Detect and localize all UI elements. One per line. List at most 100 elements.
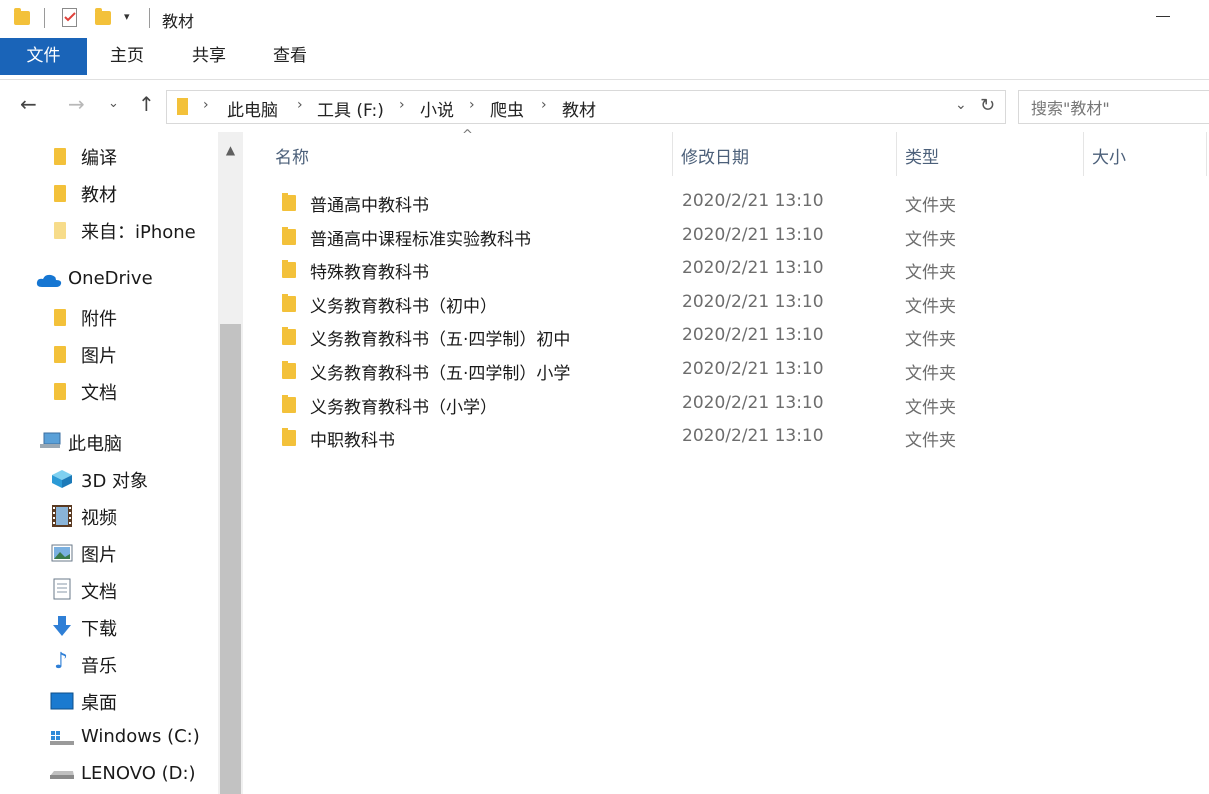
scroll-up-icon[interactable]: ▲: [218, 132, 243, 168]
sidebar-item-documents[interactable]: 文档: [0, 572, 216, 606]
chevron-right-icon[interactable]: ›: [297, 97, 303, 113]
sidebar-item-label: Windows (C:): [81, 726, 200, 747]
tab-home[interactable]: 主页: [94, 38, 160, 75]
breadcrumb-novels[interactable]: 小说: [420, 96, 454, 121]
customize-quick-access-icon[interactable]: ▾: [124, 10, 130, 23]
column-divider[interactable]: [1083, 132, 1084, 176]
minimize-button[interactable]: [1156, 16, 1170, 17]
chevron-right-icon[interactable]: ›: [541, 97, 547, 113]
column-divider[interactable]: [672, 132, 673, 176]
breadcrumb-drive[interactable]: 工具 (F:): [317, 96, 384, 121]
new-folder-icon[interactable]: [95, 8, 111, 25]
tab-share[interactable]: 共享: [176, 38, 242, 75]
sort-ascending-icon: ^: [462, 128, 473, 143]
sidebar-item-textbooks[interactable]: 教材: [0, 175, 216, 209]
sidebar-scrollbar[interactable]: ▲: [218, 132, 243, 794]
folder-icon: [282, 395, 296, 413]
file-type: 文件夹: [905, 398, 956, 418]
separator: [44, 8, 45, 28]
file-modified: 2020/2/21 13:10: [682, 393, 824, 413]
file-name: 普通高中教科书: [310, 196, 429, 216]
column-header-type[interactable]: 类型: [905, 143, 939, 168]
column-divider[interactable]: [896, 132, 897, 176]
chevron-right-icon[interactable]: ›: [399, 97, 405, 113]
file-row[interactable]: 义务教育教科书（五·四学制）小学 2020/2/21 13:10 文件夹: [272, 354, 956, 387]
3d-objects-icon: [52, 470, 72, 488]
search-input[interactable]: [1029, 95, 1209, 121]
sidebar-item-music[interactable]: ♪ 音乐: [0, 646, 216, 680]
search-box[interactable]: [1018, 90, 1209, 124]
sidebar-item-label: 编译: [81, 148, 117, 169]
file-type: 文件夹: [905, 330, 956, 350]
sidebar-item-3d-objects[interactable]: 3D 对象: [0, 461, 216, 495]
back-button[interactable]: ←: [20, 92, 37, 116]
file-row[interactable]: 义务教育教科书（小学） 2020/2/21 13:10 文件夹: [272, 388, 956, 421]
sidebar-item-label: 3D 对象: [81, 471, 149, 492]
sidebar-item-downloads[interactable]: 下载: [0, 609, 216, 643]
breadcrumb-current[interactable]: 教材: [562, 96, 596, 121]
scrollbar-thumb[interactable]: [220, 324, 241, 794]
column-header-modified[interactable]: 修改日期: [681, 143, 749, 168]
file-row[interactable]: 义务教育教科书（初中） 2020/2/21 13:10 文件夹: [272, 287, 956, 320]
sidebar-item-label: 教材: [81, 185, 117, 206]
sidebar-item-label: 此电脑: [68, 434, 122, 455]
folder-icon: [54, 222, 66, 239]
forward-button[interactable]: →: [68, 92, 85, 116]
file-type: 文件夹: [905, 230, 956, 250]
folder-icon: [282, 327, 296, 345]
file-name: 特殊教育教科书: [310, 263, 429, 283]
tab-view[interactable]: 查看: [257, 38, 323, 75]
sidebar-item-videos[interactable]: 视频: [0, 498, 216, 532]
sidebar-item-onedrive[interactable]: OneDrive: [0, 262, 216, 296]
sidebar-item-label: LENOVO (D:): [81, 763, 196, 784]
sidebar-item-label: OneDrive: [68, 268, 153, 289]
file-row[interactable]: 普通高中课程标准实验教科书 2020/2/21 13:10 文件夹: [272, 220, 956, 253]
folder-icon: [54, 383, 66, 400]
folder-icon[interactable]: [14, 8, 30, 25]
column-divider[interactable]: [1206, 132, 1207, 176]
navigation-bar: ← → ⌄ ↑ › 此电脑 › 工具 (F:) › 小说 › 爬虫 › 教材 ⌄…: [0, 80, 1209, 132]
download-arrow-icon: [53, 616, 71, 636]
sidebar-item-compile[interactable]: 编译: [0, 138, 216, 172]
desktop-icon: [50, 692, 74, 710]
sidebar-item-attachments[interactable]: 附件: [0, 299, 216, 333]
folder-icon: [282, 428, 296, 446]
refresh-icon[interactable]: ↻: [980, 95, 995, 116]
column-header-size[interactable]: 大小: [1092, 143, 1126, 168]
tab-file[interactable]: 文件: [0, 38, 87, 75]
sidebar-item-label: 桌面: [81, 693, 117, 714]
music-note-icon: ♪: [54, 649, 69, 674]
file-row[interactable]: 中职教科书 2020/2/21 13:10 文件夹: [272, 421, 956, 454]
sidebar-item-drive-c[interactable]: Windows (C:): [0, 720, 216, 754]
chevron-right-icon[interactable]: ›: [203, 97, 209, 113]
documents-icon: [53, 578, 71, 600]
sidebar-item-drive-d[interactable]: LENOVO (D:): [0, 757, 216, 791]
sidebar-item-iphone[interactable]: 来自：iPhone: [0, 212, 216, 246]
file-row[interactable]: 义务教育教科书（五·四学制）初中 2020/2/21 13:10 文件夹: [272, 320, 956, 353]
properties-icon[interactable]: [62, 8, 77, 27]
breadcrumb-this-pc[interactable]: 此电脑: [227, 96, 278, 121]
hard-drive-icon: [50, 771, 74, 779]
folder-icon: [282, 361, 296, 379]
chevron-right-icon[interactable]: ›: [469, 97, 475, 113]
file-name: 义务教育教科书（小学）: [310, 398, 497, 418]
sidebar-item-this-pc[interactable]: 此电脑: [0, 424, 216, 458]
sidebar-item-onedrive-pictures[interactable]: 图片: [0, 336, 216, 370]
file-row[interactable]: 普通高中教科书 2020/2/21 13:10 文件夹: [272, 186, 956, 219]
folder-icon: [54, 185, 66, 202]
sidebar-item-desktop[interactable]: 桌面: [0, 683, 216, 717]
folder-icon: [177, 98, 188, 115]
column-header-name[interactable]: 名称: [275, 143, 309, 168]
file-modified: 2020/2/21 13:10: [682, 258, 824, 278]
address-bar[interactable]: › 此电脑 › 工具 (F:) › 小说 › 爬虫 › 教材 ⌄ ↻: [166, 90, 1006, 124]
file-row[interactable]: 特殊教育教科书 2020/2/21 13:10 文件夹: [272, 253, 956, 286]
sidebar-item-pictures[interactable]: 图片: [0, 535, 216, 569]
sidebar-item-label: 来自：iPhone: [81, 222, 196, 243]
pictures-icon: [51, 544, 73, 562]
folder-icon: [282, 193, 296, 211]
chevron-down-icon[interactable]: ⌄: [955, 97, 967, 113]
recent-locations-button[interactable]: ⌄: [108, 96, 119, 111]
breadcrumb-crawler[interactable]: 爬虫: [490, 96, 524, 121]
up-button[interactable]: ↑: [138, 92, 155, 116]
sidebar-item-onedrive-documents[interactable]: 文档: [0, 373, 216, 407]
